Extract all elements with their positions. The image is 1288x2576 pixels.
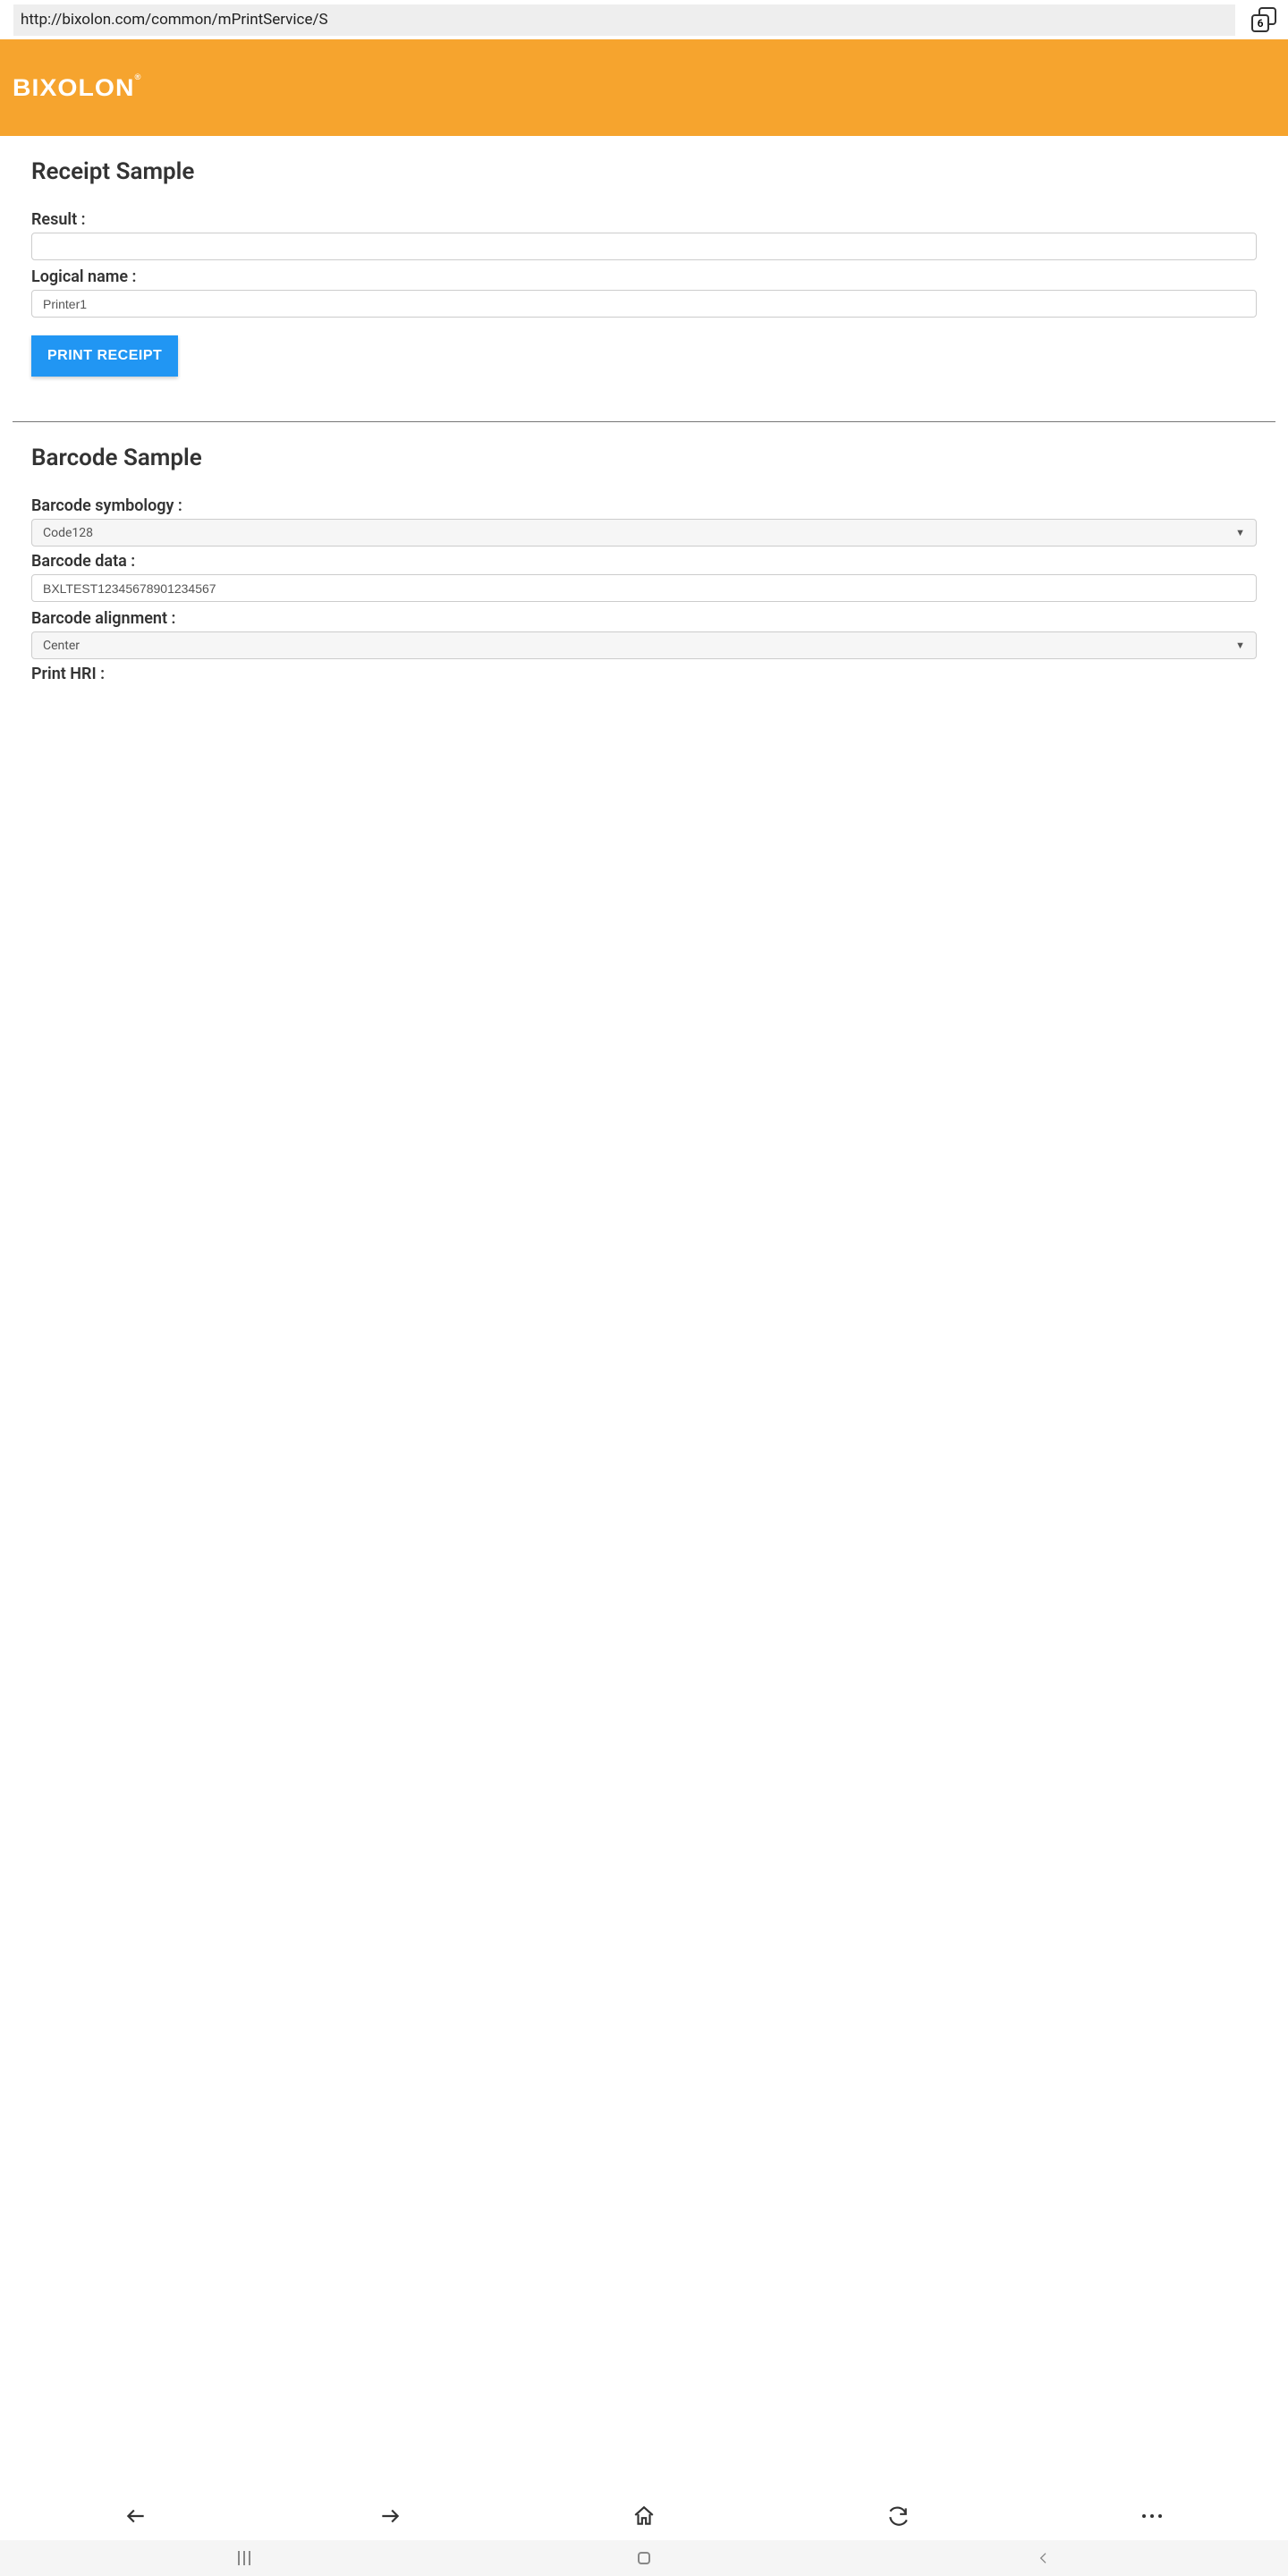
browser-home-button[interactable] <box>626 2498 662 2534</box>
receipt-section-title: Receipt Sample <box>31 158 1257 185</box>
receipt-sample-section: Receipt Sample Result : Logical name : P… <box>0 136 1288 386</box>
page-content: Receipt Sample Result : Logical name : P… <box>0 136 1288 2491</box>
logo: BIXOLON® <box>13 74 142 102</box>
reload-icon <box>886 2504 910 2528</box>
barcode-alignment-label: Barcode alignment : <box>31 609 1257 628</box>
barcode-symbology-label: Barcode symbology : <box>31 496 1257 515</box>
system-back-button[interactable] <box>1026 2551 1062 2565</box>
tabs-count: 6 <box>1251 14 1269 32</box>
tabs-button[interactable]: 6 <box>1253 9 1275 30</box>
home-square-icon <box>638 2552 650 2564</box>
system-home-button[interactable] <box>626 2552 662 2564</box>
barcode-symbology-select[interactable]: Code128 ▼ <box>31 519 1257 547</box>
page-header: BIXOLON® <box>0 39 1288 136</box>
more-horizontal-icon <box>1142 2514 1162 2518</box>
url-text: http://bixolon.com/common/mPrintService/… <box>21 11 328 29</box>
barcode-alignment-select[interactable]: Center ▼ <box>31 631 1257 659</box>
chevron-down-icon: ▼ <box>1235 640 1245 651</box>
browser-toolbar <box>0 2491 1288 2540</box>
browser-reload-button[interactable] <box>880 2498 916 2534</box>
home-icon <box>632 2504 656 2528</box>
arrow-left-icon <box>124 2504 148 2528</box>
barcode-sample-section: Barcode Sample Barcode symbology : Code1… <box>0 422 1288 696</box>
logical-name-label: Logical name : <box>31 267 1257 286</box>
browser-forward-button[interactable] <box>372 2498 408 2534</box>
system-recents-button[interactable] <box>226 2551 262 2565</box>
chevron-left-icon <box>1037 2551 1051 2565</box>
url-input[interactable]: http://bixolon.com/common/mPrintService/… <box>13 4 1235 36</box>
browser-address-bar: http://bixolon.com/common/mPrintService/… <box>0 0 1288 39</box>
print-receipt-button[interactable]: PRINT RECEIPT <box>31 335 178 377</box>
barcode-section-title: Barcode Sample <box>31 445 1257 471</box>
system-navigation-bar <box>0 2540 1288 2576</box>
barcode-data-label: Barcode data : <box>31 552 1257 571</box>
chevron-down-icon: ▼ <box>1235 527 1245 538</box>
result-label: Result : <box>31 210 1257 229</box>
print-hri-label: Print HRI : <box>31 665 1257 683</box>
recents-icon <box>238 2551 250 2565</box>
browser-menu-button[interactable] <box>1134 2498 1170 2534</box>
barcode-data-input[interactable] <box>31 574 1257 602</box>
barcode-symbology-value: Code128 <box>43 526 93 540</box>
result-input[interactable] <box>31 233 1257 260</box>
barcode-alignment-value: Center <box>43 639 80 653</box>
arrow-right-icon <box>378 2504 402 2528</box>
logo-wordmark: BIXOLON <box>13 74 135 101</box>
browser-back-button[interactable] <box>118 2498 154 2534</box>
logo-registered-icon: ® <box>135 72 142 81</box>
logical-name-input[interactable] <box>31 290 1257 318</box>
